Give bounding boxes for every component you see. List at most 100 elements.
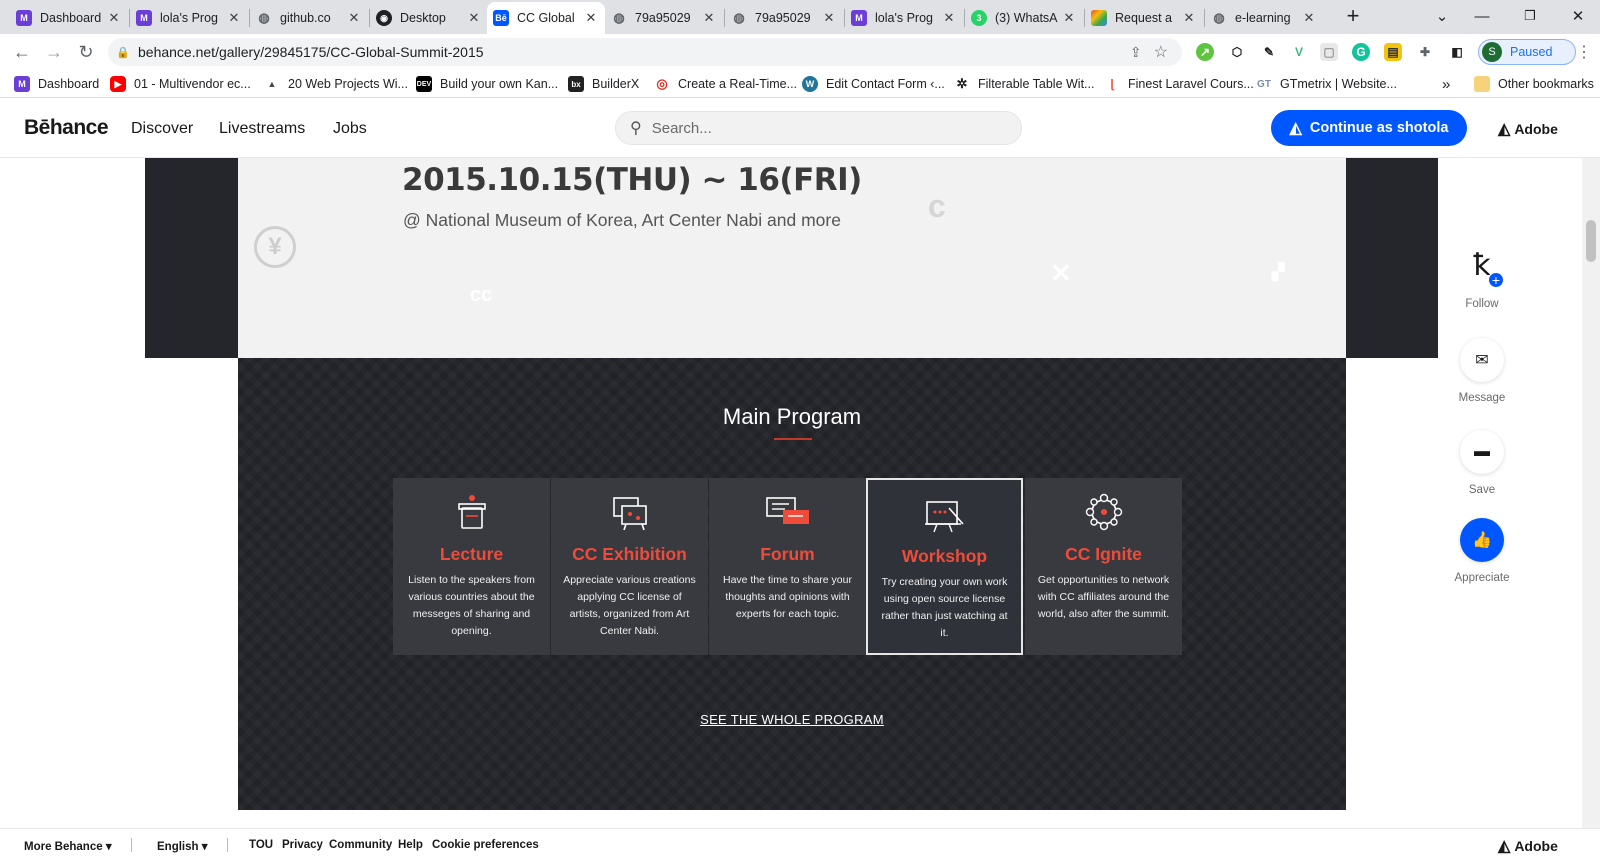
more-behance-dropdown[interactable]: More Behance ▾ (24, 839, 112, 853)
close-icon[interactable]: ✕ (1061, 10, 1077, 26)
behance-header: Bēhance Discover Livestreams Jobs ⚲ Sear… (0, 98, 1600, 158)
program-card-cc-exhibition[interactable]: CC Exhibition Appreciate various creatio… (551, 478, 708, 655)
forward-icon[interactable]: → (40, 38, 68, 66)
card-description: Listen to the speakers from various coun… (408, 574, 535, 637)
share-icon[interactable]: ⇪ (1130, 44, 1142, 61)
address-bar[interactable]: 🔒 behance.net/gallery/29845175/CC-Global… (108, 38, 1182, 66)
appreciate-button[interactable]: 👍 Appreciate (1446, 518, 1518, 584)
extension-icon[interactable]: ▢ (1320, 43, 1338, 61)
tab-desktop[interactable]: ◉ Desktop ✕ (370, 2, 488, 34)
adobe-icon: ◭ (1498, 838, 1511, 855)
program-card-forum[interactable]: Forum Have the time to share your though… (709, 478, 866, 655)
close-icon[interactable]: ✕ (1181, 10, 1197, 26)
tab-79a95029[interactable]: ◍ 79a95029 ✕ (605, 2, 723, 34)
search-input[interactable]: ⚲ Search... (615, 111, 1022, 145)
card-title: Lecture (439, 544, 504, 564)
extension-icon[interactable]: ▤ (1384, 43, 1402, 61)
tab-lolas-prog[interactable]: Mlola's Prog ✕ (130, 2, 248, 34)
tab-lolas-prog-2[interactable]: Mlola's Prog ✕ (845, 2, 963, 34)
footer-link-community[interactable]: Community (329, 839, 392, 851)
close-icon[interactable]: ✕ (226, 10, 242, 26)
card-title: CC Ignite (1065, 544, 1142, 564)
bookmark-item[interactable]: ɭ Finest Laravel Cours... (1104, 75, 1253, 93)
bookmarks-overflow-button[interactable]: » (1442, 75, 1450, 93)
close-icon[interactable]: ✕ (821, 10, 837, 26)
see-whole-program-link[interactable]: SEE THE WHOLE PROGRAM (238, 712, 1346, 727)
close-window-icon[interactable]: ✕ (1556, 0, 1600, 32)
bookmark-item[interactable]: GT GTmetrix | Website... (1256, 75, 1397, 93)
tab-cc-global[interactable]: Bē CC Global ✕ (487, 2, 605, 34)
footer-link-help[interactable]: Help (398, 839, 423, 851)
back-icon[interactable]: ← (8, 38, 36, 66)
puzzle-icon[interactable]: ✚ (1416, 43, 1434, 61)
workshop-icon (868, 494, 1021, 534)
bookmark-item[interactable]: M Dashboard (14, 75, 99, 93)
close-icon[interactable]: ✕ (106, 10, 122, 26)
language-dropdown[interactable]: English ▾ (157, 839, 208, 853)
tab-whatsapp[interactable]: 3 (3) WhatsA ✕ (965, 2, 1083, 34)
thumbs-up-icon: 👍 (1460, 518, 1504, 562)
tab-title: (3) WhatsA (995, 11, 1058, 25)
follow-button[interactable]: ꝁ + Follow (1446, 244, 1518, 310)
vue-icon[interactable]: V (1290, 43, 1308, 61)
bookmark-item[interactable]: DEV Build your own Kan... (416, 75, 558, 93)
grammarly-icon[interactable]: G (1352, 43, 1370, 61)
save-button[interactable]: ▬ Save (1446, 430, 1518, 496)
pen-icon[interactable]: ✎ (1260, 43, 1278, 61)
cube-icon[interactable]: ⬡ (1228, 43, 1246, 61)
tab-79a95029-2[interactable]: ◍ 79a95029 ✕ (725, 2, 843, 34)
other-bookmarks[interactable]: Other bookmarks (1474, 75, 1594, 93)
program-card-cc-ignite[interactable]: CC Ignite Get opportunities to network w… (1025, 478, 1182, 655)
close-icon[interactable]: ✕ (1301, 10, 1317, 26)
message-button[interactable]: ✉ Message (1446, 338, 1518, 404)
extension-icon[interactable]: ↗ (1196, 43, 1214, 61)
whatsapp-icon: 3 (971, 10, 987, 26)
bookmark-label: BuilderX (592, 77, 640, 91)
bookmark-item[interactable]: ▶ 01 - Multivendor ec... (110, 75, 251, 93)
bookmark-label: 01 - Multivendor ec... (134, 77, 251, 91)
nav-discover[interactable]: Discover (131, 120, 193, 138)
profile-button[interactable]: S Paused (1478, 39, 1576, 65)
tab-e-learning[interactable]: ◍ e-learning ✕ (1205, 2, 1323, 34)
scrollbar-thumb[interactable] (1586, 220, 1596, 262)
close-icon[interactable]: ✕ (941, 10, 957, 26)
nav-livestreams[interactable]: Livestreams (219, 120, 305, 138)
tab-search-icon[interactable]: ⌄ (1420, 0, 1464, 32)
bookmark-item[interactable]: ✲ Filterable Table Wit... (954, 75, 1095, 93)
page-scrollbar[interactable] (1582, 158, 1600, 828)
continue-as-button[interactable]: ◭ Continue as shotola (1271, 110, 1467, 146)
nav-jobs[interactable]: Jobs (333, 120, 367, 138)
close-icon[interactable]: ✕ (346, 10, 362, 26)
close-icon[interactable]: ✕ (701, 10, 717, 26)
card-description: Have the time to share your thoughts and… (723, 574, 852, 620)
close-icon[interactable]: ✕ (466, 10, 482, 26)
footer-link-privacy[interactable]: Privacy (282, 839, 323, 851)
minimize-icon[interactable]: — (1460, 0, 1504, 32)
card-title: Workshop (901, 546, 988, 566)
behance-logo[interactable]: Bēhance (24, 116, 109, 140)
tab-strip: M Dashboard ✕ Mlola's Prog ✕ ◍ github.co ✕ ◉ D… (0, 0, 1600, 34)
reload-icon[interactable]: ↻ (72, 38, 100, 66)
adobe-link[interactable]: ◭ Adobe (1498, 119, 1558, 139)
tab-request[interactable]: Request a ✕ (1085, 2, 1203, 34)
tab-dashboard[interactable]: M Dashboard ✕ (10, 2, 128, 34)
new-tab-button[interactable]: + (1331, 0, 1375, 32)
footer-link-tou[interactable]: TOU (249, 839, 273, 851)
tab-github[interactable]: ◍ github.co ✕ (250, 2, 368, 34)
bookmark-item[interactable]: ▲ 20 Web Projects Wi... (264, 75, 408, 93)
bookmark-item[interactable]: ◎ Create a Real-Time... (654, 75, 797, 93)
close-icon[interactable]: ✕ (583, 10, 599, 26)
menu-icon[interactable]: ⋮ (1570, 38, 1598, 66)
bookmark-icon: ▲ (267, 79, 277, 89)
owner-avatar: ꝁ + (1460, 244, 1504, 288)
bookmark-star-icon[interactable]: ☆ (1154, 42, 1168, 62)
sidepanel-icon[interactable]: ◧ (1448, 43, 1466, 61)
bookmark-item[interactable]: bx BuilderX (568, 75, 639, 93)
program-card-lecture[interactable]: Lecture Listen to the speakers from vari… (393, 478, 550, 655)
bookmark-item[interactable]: W Edit Contact Form ‹... (802, 75, 945, 93)
footer-link-cookie-preferences[interactable]: Cookie preferences (432, 839, 539, 851)
adobe-link[interactable]: ◭ Adobe (1498, 836, 1558, 856)
restore-icon[interactable]: ❐ (1508, 0, 1552, 32)
profile-status: Paused (1510, 45, 1553, 59)
program-card-workshop[interactable]: Workshop Try creating your own work usin… (866, 478, 1023, 655)
